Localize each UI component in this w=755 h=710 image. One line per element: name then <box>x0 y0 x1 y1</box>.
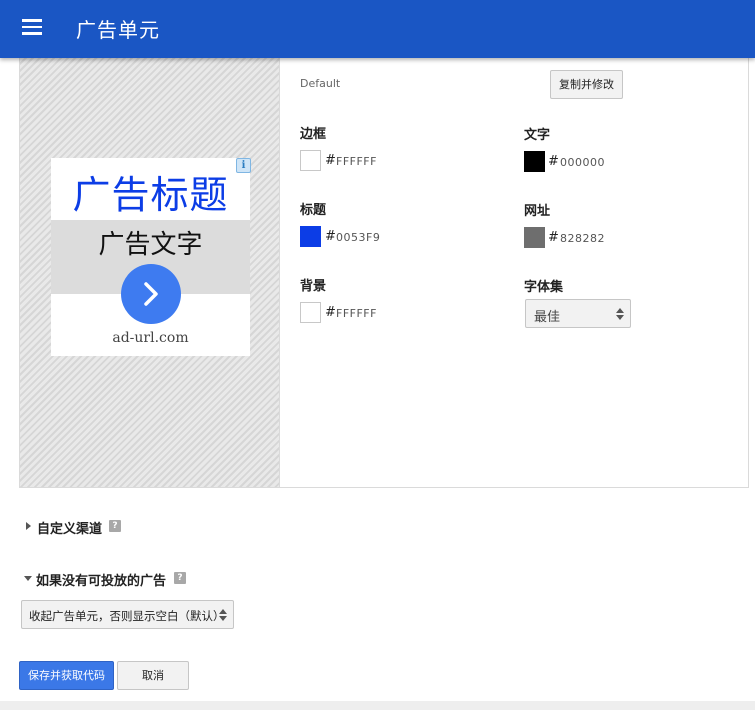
text-color-swatch[interactable] <box>524 151 545 172</box>
url-color-label: 网址 <box>524 204 551 219</box>
expand-triangle-icon[interactable] <box>26 522 31 530</box>
ad-preview-arrow-button[interactable] <box>121 264 181 324</box>
title-color-swatch[interactable] <box>300 226 321 247</box>
text-color-value[interactable]: 000000 <box>560 156 605 169</box>
ad-preview-title: 广告标题 <box>72 173 229 217</box>
title-color-label: 标题 <box>300 203 327 218</box>
chevron-right-icon <box>144 282 158 306</box>
title-color-hash: # <box>325 229 336 244</box>
border-color-swatch[interactable] <box>300 150 321 171</box>
copy-and-modify-button[interactable]: 复制并修改 <box>550 70 623 99</box>
select-arrows-icon <box>219 609 227 621</box>
ad-preview-text: 广告文字 <box>98 230 203 260</box>
no-ads-help-icon[interactable]: ? <box>174 572 186 584</box>
text-color-label: 文字 <box>524 128 551 143</box>
background-color-value[interactable]: FFFFFF <box>336 307 377 320</box>
font-family-select[interactable]: 最佳 <box>525 299 631 328</box>
adchoices-info-icon[interactable]: i <box>236 158 251 173</box>
background-color-hash: # <box>325 305 336 320</box>
app-bar: 广告单元 <box>0 0 755 58</box>
help-glyph: ? <box>112 521 118 531</box>
no-ads-toggle[interactable]: 如果没有可投放的广告 <box>36 570 166 589</box>
title-color-value[interactable]: 0053F9 <box>336 231 380 244</box>
custom-channels-help-icon[interactable]: ? <box>109 520 121 532</box>
help-glyph: ? <box>177 573 183 583</box>
ad-preview: 广告标题 广告文字 ad-url.com <box>51 158 250 356</box>
current-style-name: Default <box>300 77 341 90</box>
font-family-selected: 最佳 <box>534 310 561 325</box>
ad-style-card: 广告标题 广告文字 ad-url.com i <box>19 58 749 488</box>
page-footer-strip <box>0 701 755 710</box>
background-color-swatch[interactable] <box>300 302 321 323</box>
select-arrows-icon <box>616 308 624 320</box>
cancel-button[interactable]: 取消 <box>117 661 189 690</box>
no-ads-behavior-select[interactable]: 收起广告单元，否则显示空白（默认） <box>21 600 234 629</box>
hamburger-menu-icon[interactable] <box>22 19 42 35</box>
ad-preview-panel: 广告标题 广告文字 ad-url.com i <box>20 58 280 487</box>
collapse-triangle-icon[interactable] <box>24 576 32 581</box>
text-color-hash: # <box>548 154 559 169</box>
ad-preview-url: ad-url.com <box>112 330 189 346</box>
border-color-value[interactable]: FFFFFF <box>336 155 377 168</box>
border-color-hash: # <box>325 153 336 168</box>
font-family-label: 字体集 <box>524 280 564 295</box>
url-color-swatch[interactable] <box>524 227 545 248</box>
url-color-value[interactable]: 828282 <box>560 232 605 245</box>
background-color-label: 背景 <box>300 279 327 294</box>
no-ads-behavior-selected: 收起广告单元，否则显示空白（默认） <box>29 609 225 623</box>
url-color-hash: # <box>548 230 559 245</box>
save-and-get-code-button[interactable]: 保存并获取代码 <box>19 661 114 690</box>
custom-channels-toggle[interactable]: 自定义渠道 <box>37 518 102 537</box>
info-glyph: i <box>241 160 246 171</box>
border-color-label: 边框 <box>300 127 327 142</box>
page-title: 广告单元 <box>76 18 160 42</box>
